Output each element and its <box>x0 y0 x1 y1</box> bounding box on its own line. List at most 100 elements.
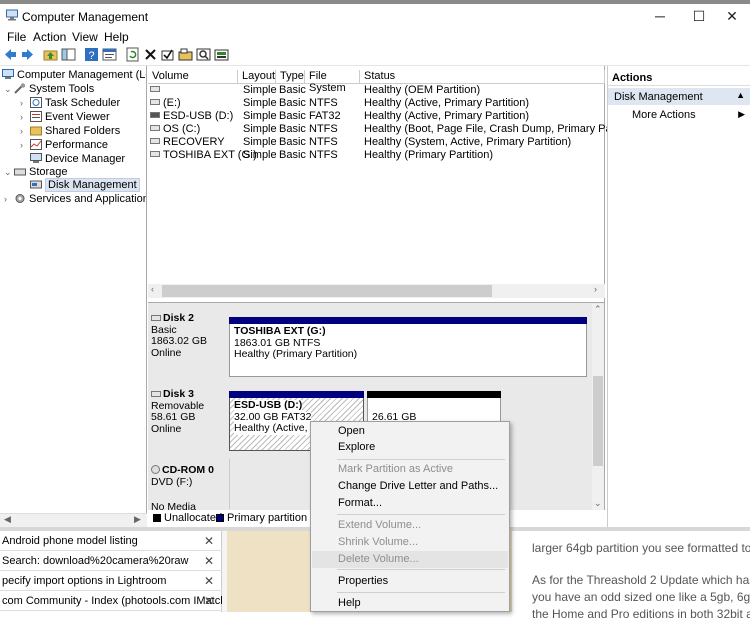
volume-fs: NTFS <box>309 123 338 135</box>
minimize-button[interactable]: ─ <box>640 4 680 28</box>
menu-help[interactable]: Help <box>104 30 129 44</box>
close-icon[interactable]: ✕ <box>204 551 214 570</box>
scrollbar-thumb[interactable] <box>162 285 492 297</box>
list-item[interactable]: com Community - Index (photools.com IMat… <box>0 591 222 611</box>
scroll-right-icon[interactable]: › <box>594 284 597 294</box>
scrollbar-thumb[interactable] <box>593 376 603 466</box>
help-icon[interactable]: ? <box>84 47 99 62</box>
chevron-down-icon[interactable]: ⌄ <box>4 166 14 179</box>
performance-icon <box>30 139 42 150</box>
disk-2-label[interactable]: Disk 2 Basic 1863.02 GB Online <box>151 312 227 359</box>
tree-label-system-tools: System Tools <box>29 83 95 95</box>
search-icon[interactable] <box>196 47 211 62</box>
partition-toshiba-ext[interactable]: TOSHIBA EXT (G:) 1863.01 GB NTFS Healthy… <box>229 317 587 377</box>
scroll-up-icon[interactable]: ⌃ <box>594 304 602 315</box>
menu-item-change-drive-letter[interactable]: Change Drive Letter and Paths... <box>312 478 508 495</box>
list-item[interactable]: Android phone model listing ✕ <box>0 531 222 551</box>
close-icon[interactable]: ✕ <box>204 531 214 550</box>
show-hide-tree-icon[interactable] <box>61 47 76 62</box>
refresh-icon[interactable] <box>125 47 140 62</box>
list-item[interactable]: Search: download%20camera%20raw ✕ <box>0 551 222 571</box>
volume-row[interactable]: RECOVERY Simple Basic NTFS Healthy (Syst… <box>148 136 605 149</box>
chevron-down-icon[interactable]: ⌄ <box>4 83 14 96</box>
cd-icon <box>151 465 160 474</box>
tree-horizontal-scrollbar[interactable]: ◀ ▶ <box>0 513 147 527</box>
tree-item-shared-folders[interactable]: › Shared Folders <box>20 125 120 138</box>
menu-item-format[interactable]: Format... <box>312 495 508 512</box>
tree-item-disk-management[interactable]: Disk Management <box>30 178 140 192</box>
close-button[interactable]: ✕ <box>712 4 750 28</box>
more-actions-item[interactable]: More Actions ▶ <box>608 106 750 123</box>
volume-row[interactable]: OS (C:) Simple Basic NTFS Healthy (Boot,… <box>148 123 642 136</box>
volume-row[interactable]: Simple Basic Healthy (OEM Partition) <box>148 84 605 97</box>
cdrom-label[interactable]: CD-ROM 0 DVD (F:) No Media <box>151 464 227 514</box>
menu-item-shrink-volume[interactable]: Shrink Volume... <box>312 534 508 551</box>
up-folder-icon[interactable] <box>43 47 58 62</box>
list-item-text: pecify import options in Lightroom <box>2 575 167 587</box>
menu-separator <box>337 569 505 570</box>
menu-item-properties[interactable]: Properties <box>312 573 508 590</box>
tree-label-event-viewer: Event Viewer <box>45 111 110 123</box>
menu-file[interactable]: File <box>7 30 26 44</box>
volume-layout: Simple <box>243 110 277 122</box>
tree-item-root[interactable]: Computer Management (Local <box>2 69 146 82</box>
column-volume[interactable]: Volume <box>148 70 238 84</box>
column-type[interactable]: Type <box>276 70 305 84</box>
column-status[interactable]: Status <box>360 70 605 84</box>
actions-section-disk-management[interactable]: Disk Management ▲ <box>608 88 750 105</box>
column-file-system[interactable]: File System <box>305 70 360 94</box>
chevron-right-icon[interactable]: › <box>20 125 30 138</box>
menu-item-delete-volume[interactable]: Delete Volume... <box>312 551 508 568</box>
chevron-right-icon[interactable]: › <box>20 111 30 124</box>
chevron-right-icon[interactable]: › <box>20 139 30 152</box>
volume-status: Healthy (Active, Primary Partition) <box>364 110 530 122</box>
menu-item-help[interactable]: Help <box>312 595 508 612</box>
disk-vertical-scrollbar[interactable]: ⌃ ⌄ <box>592 304 604 510</box>
volume-row[interactable]: TOSHIBA EXT (G:) Simple Basic NTFS Healt… <box>148 149 605 162</box>
volume-status: Healthy (System, Active, Primary Partiti… <box>364 136 572 148</box>
partition-name: ESD-USB (D:) <box>234 399 303 412</box>
properties-icon[interactable] <box>102 47 117 62</box>
chevron-right-icon[interactable]: › <box>20 97 30 110</box>
close-icon[interactable]: ✕ <box>204 571 214 590</box>
tools-icon <box>14 83 26 94</box>
volume-layout: Simple <box>243 149 277 161</box>
disk-3-label[interactable]: Disk 3 Removable 58.61 GB Online <box>151 388 227 435</box>
tree-label-disk-management: Disk Management <box>45 178 140 192</box>
chevron-right-icon[interactable]: › <box>4 193 14 206</box>
close-icon[interactable]: ✕ <box>204 591 214 610</box>
forward-icon[interactable] <box>20 47 35 62</box>
scroll-left-icon[interactable]: ◀ <box>4 514 11 525</box>
menu-item-explore[interactable]: Explore <box>312 439 508 456</box>
tree-item-system-tools[interactable]: ⌄ System Tools <box>4 83 94 96</box>
scroll-right-icon[interactable]: ▶ <box>134 514 141 525</box>
menu-item-open[interactable]: Open <box>312 423 508 440</box>
volume-row[interactable]: ESD-USB (D:) Simple Basic FAT32 Healthy … <box>148 110 605 123</box>
window-title: Computer Management <box>22 10 149 24</box>
volume-horizontal-scrollbar[interactable]: ‹ › <box>148 284 605 298</box>
tree-label-shared-folders: Shared Folders <box>45 125 121 137</box>
menu-item-extend-volume[interactable]: Extend Volume... <box>312 517 508 534</box>
tree-item-event-viewer[interactable]: › Event Viewer <box>20 111 110 124</box>
disk-icon[interactable] <box>214 47 229 62</box>
disk-name: CD-ROM 0 <box>162 464 214 476</box>
back-icon[interactable] <box>3 47 18 62</box>
disk-size: 58.61 GB <box>151 411 196 423</box>
disk-state: Online <box>151 346 182 359</box>
menu-view[interactable]: View <box>72 30 98 44</box>
column-layout[interactable]: Layout <box>238 70 276 84</box>
collapse-icon[interactable]: ▲ <box>736 90 745 100</box>
scroll-left-icon[interactable]: ‹ <box>151 284 154 294</box>
scroll-down-icon[interactable]: ⌄ <box>594 498 602 509</box>
volume-row[interactable]: (E:) Simple Basic NTFS Healthy (Active, … <box>148 97 605 110</box>
menu-item-mark-active[interactable]: Mark Partition as Active <box>312 461 508 478</box>
delete-icon[interactable] <box>143 47 158 62</box>
tree-item-task-scheduler[interactable]: › Task Scheduler <box>20 97 120 110</box>
check-icon[interactable] <box>160 47 175 62</box>
list-item[interactable]: pecify import options in Lightroom ✕ <box>0 571 222 591</box>
tree-item-services[interactable]: › Services and Applications <box>4 193 146 206</box>
tree-item-performance[interactable]: › Performance <box>20 139 108 152</box>
menu-action[interactable]: Action <box>33 30 66 44</box>
open-icon[interactable] <box>178 47 193 62</box>
tree-item-device-manager[interactable]: Device Manager <box>30 153 125 166</box>
